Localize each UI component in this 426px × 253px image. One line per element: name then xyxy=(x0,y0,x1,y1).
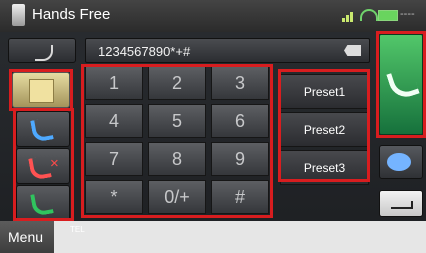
bluetooth-icon xyxy=(360,9,378,21)
backspace-icon[interactable] xyxy=(344,45,361,56)
sms-icon xyxy=(387,153,411,171)
highlight-keypad xyxy=(81,64,273,218)
return-icon xyxy=(391,201,413,209)
phone-number-field[interactable]: 1234567890*+# xyxy=(85,38,370,63)
bottom-bar: Menu TEL xyxy=(0,221,426,253)
signal-icon xyxy=(342,10,356,22)
sms-button[interactable] xyxy=(379,145,423,179)
page-title: Hands Free xyxy=(32,6,111,23)
voice-dial-button[interactable] xyxy=(8,38,76,63)
hands-free-screen: Hands Free ---- 1234567890*+# × 1 2 3 4 … xyxy=(0,0,426,253)
highlight-call-history xyxy=(13,108,74,221)
phone-device-icon xyxy=(12,4,25,26)
phone-number-value: 1234567890*+# xyxy=(98,44,191,59)
clock: ---- xyxy=(400,8,415,20)
highlight-presets xyxy=(278,69,370,182)
back-button[interactable] xyxy=(379,190,423,217)
voice-icon xyxy=(35,45,53,61)
battery-icon xyxy=(378,10,398,21)
tel-label: TEL xyxy=(70,225,85,234)
highlight-phonebook xyxy=(9,69,73,111)
menu-label: Menu xyxy=(8,229,44,245)
top-bar: Hands Free ---- xyxy=(0,0,426,32)
highlight-call-button xyxy=(376,31,426,138)
